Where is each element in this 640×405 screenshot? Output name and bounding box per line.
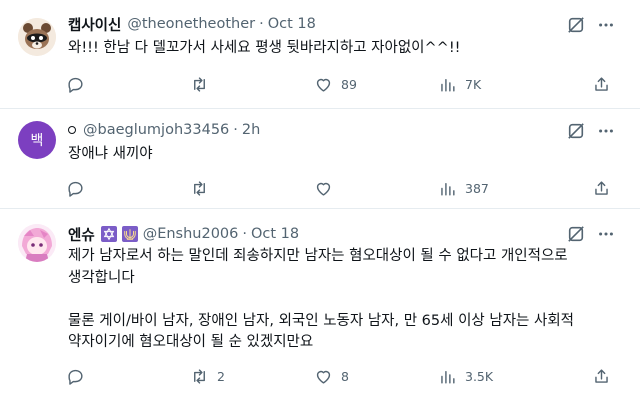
grok-icon[interactable] bbox=[566, 15, 586, 35]
separator-dot: · bbox=[242, 226, 247, 242]
share-button[interactable] bbox=[592, 364, 611, 388]
avatar-letter: 백 bbox=[30, 133, 44, 149]
reply-icon bbox=[68, 181, 83, 197]
display-name[interactable]: 엔슈 bbox=[68, 224, 95, 245]
views-icon bbox=[441, 78, 455, 92]
star-of-david-icon bbox=[100, 226, 117, 242]
retweet-icon bbox=[194, 368, 205, 384]
like-count: 89 bbox=[341, 76, 357, 92]
retweet-button[interactable] bbox=[190, 72, 217, 96]
more-icon[interactable] bbox=[596, 121, 616, 141]
user-handle[interactable]: @baeglumjoh33456 bbox=[83, 122, 229, 138]
reply-icon bbox=[68, 77, 83, 93]
views-icon bbox=[441, 182, 455, 196]
timestamp[interactable]: Oct 18 bbox=[268, 16, 316, 32]
like-icon bbox=[316, 370, 331, 384]
separator-dot: · bbox=[233, 122, 238, 138]
menorah-icon bbox=[121, 226, 138, 242]
retweet-button[interactable] bbox=[190, 176, 217, 200]
share-button[interactable] bbox=[592, 176, 611, 200]
tweet-header: 캡사이신 @theonetheother · Oct 18 bbox=[68, 14, 316, 34]
tweet-header: @baeglumjoh33456 · 2h bbox=[68, 120, 260, 140]
views-button[interactable]: 7K bbox=[438, 72, 481, 96]
avatar[interactable] bbox=[18, 18, 56, 56]
grok-icon[interactable] bbox=[566, 121, 586, 141]
grok-icon[interactable] bbox=[566, 224, 586, 244]
tweet-text: 와!!! 한남 다 델꼬가서 사세요 평생 뒷바라지하고 자아없이^^!! bbox=[68, 40, 461, 56]
views-button[interactable]: 387 bbox=[438, 176, 489, 200]
separator-dot: · bbox=[259, 16, 264, 32]
tweet[interactable]: 캡사이신 @theonetheother · Oct 18 와!!! 한남 다 … bbox=[0, 0, 640, 108]
views-count: 3.5K bbox=[465, 368, 494, 384]
like-button[interactable]: 8 bbox=[314, 364, 349, 388]
circle-badge-icon bbox=[68, 126, 76, 134]
like-button[interactable] bbox=[314, 176, 341, 200]
tweet-header: 엔슈 @Enshu2006 · Oct 18 bbox=[68, 224, 299, 244]
retweet-count: 2 bbox=[217, 368, 225, 384]
more-icon[interactable] bbox=[596, 15, 616, 35]
timestamp[interactable]: Oct 18 bbox=[251, 226, 299, 242]
more-icon[interactable] bbox=[596, 224, 616, 244]
retweet-icon bbox=[194, 180, 205, 196]
views-count: 387 bbox=[465, 180, 489, 196]
tweet-text: 장애냐 새끼야 bbox=[68, 146, 153, 162]
user-handle[interactable]: @theonetheother bbox=[127, 16, 255, 32]
share-button[interactable] bbox=[592, 72, 611, 96]
tweet-actions: 89 7K bbox=[64, 72, 620, 96]
retweet-button[interactable]: 2 bbox=[190, 364, 225, 388]
avatar[interactable]: 백 bbox=[18, 121, 56, 159]
share-icon bbox=[595, 368, 608, 383]
like-button[interactable]: 89 bbox=[314, 72, 357, 96]
avatar[interactable] bbox=[18, 224, 56, 262]
share-icon bbox=[595, 180, 608, 195]
retweet-icon bbox=[194, 76, 205, 92]
tweet[interactable]: 엔슈 @Enshu2006 · Oct 18 제가 남자로서 하는 말인데 죄송… bbox=[0, 209, 640, 405]
views-icon bbox=[441, 370, 455, 384]
tweet-actions: 387 bbox=[64, 176, 620, 200]
tweet-actions: 2 8 3.5K bbox=[64, 364, 620, 388]
views-button[interactable]: 3.5K bbox=[438, 364, 493, 388]
tweet[interactable]: 백 @baeglumjoh33456 · 2h 장애냐 새끼야 387 bbox=[0, 109, 640, 208]
like-icon bbox=[316, 78, 331, 92]
anime-avatar-image bbox=[18, 224, 56, 262]
timestamp[interactable]: 2h bbox=[242, 122, 260, 138]
reply-button[interactable] bbox=[66, 176, 93, 200]
reply-button[interactable] bbox=[66, 364, 93, 388]
reply-icon bbox=[68, 369, 83, 385]
display-name[interactable]: 캡사이신 bbox=[68, 14, 121, 35]
like-icon bbox=[316, 182, 331, 196]
views-count: 7K bbox=[465, 76, 482, 92]
reply-button[interactable] bbox=[66, 72, 93, 96]
tweet-text: 제가 남자로서 하는 말인데 죄송하지만 남자는 혐오대상이 될 수 없다고 개… bbox=[68, 248, 575, 350]
share-icon bbox=[595, 76, 608, 91]
raccoon-avatar-image bbox=[18, 18, 56, 56]
user-handle[interactable]: @Enshu2006 bbox=[143, 226, 239, 242]
like-count: 8 bbox=[341, 368, 349, 384]
